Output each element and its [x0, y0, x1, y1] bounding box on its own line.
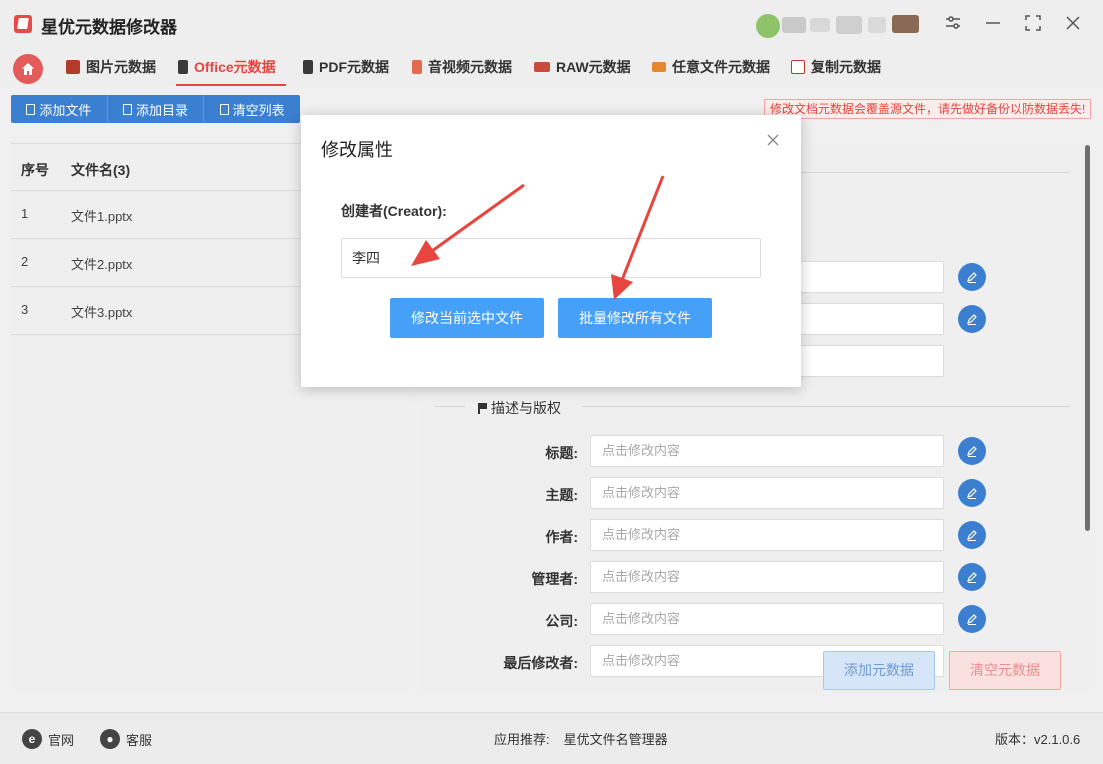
- creator-label: 创建者(Creator):: [341, 203, 447, 219]
- dialog-title: 修改属性: [321, 140, 393, 160]
- creator-input[interactable]: 李四: [341, 238, 761, 278]
- modify-selected-button[interactable]: 修改当前选中文件: [390, 298, 544, 338]
- batch-modify-button[interactable]: 批量修改所有文件: [558, 298, 712, 338]
- close-icon[interactable]: [765, 132, 781, 148]
- edit-property-dialog: 修改属性 创建者(Creator): 李四 修改当前选中文件 批量修改所有文件: [301, 115, 801, 387]
